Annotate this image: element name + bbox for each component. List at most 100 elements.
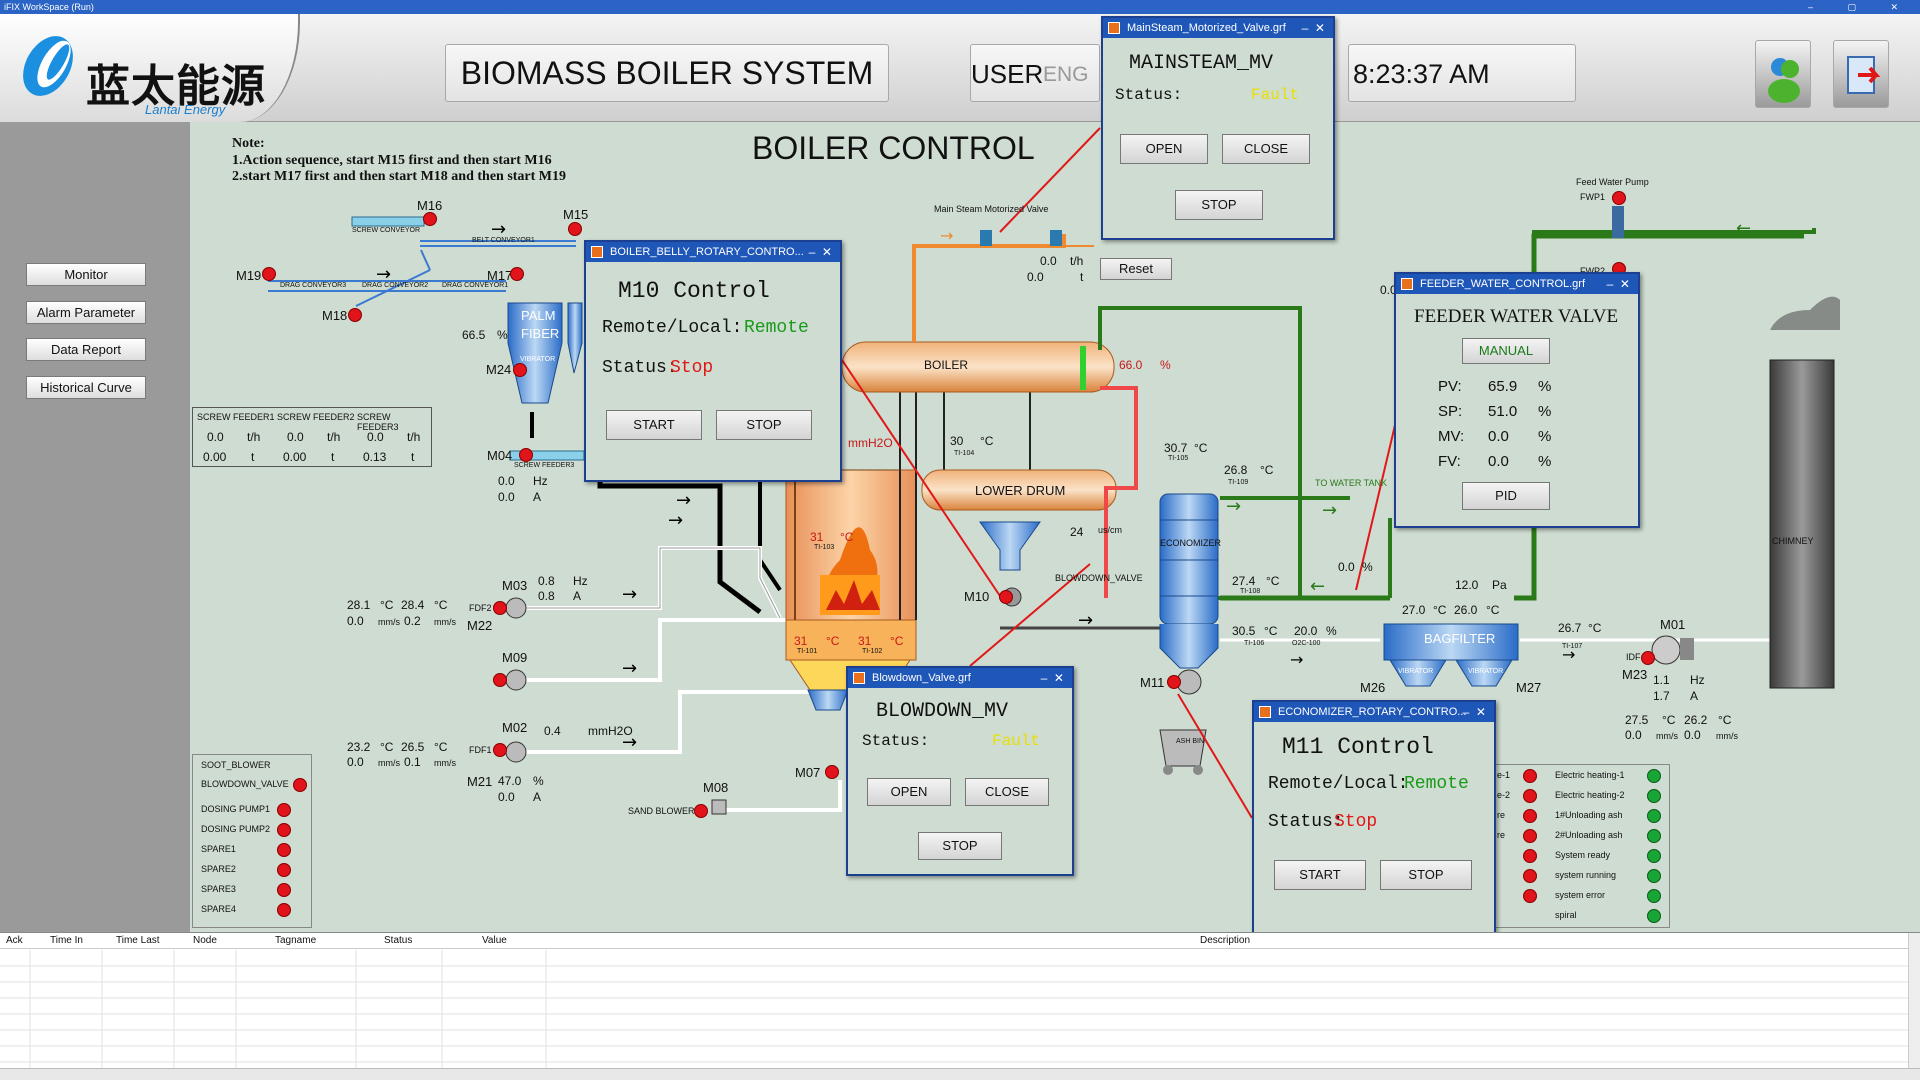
- drag-conveyor1-label: DRAG CONVEYOR1: [442, 282, 509, 289]
- screw-conveyor-label: SCREW CONVEYOR: [352, 227, 421, 234]
- motor-m24-led[interactable]: [513, 363, 527, 377]
- fdf1-label: FDF1: [469, 745, 492, 755]
- feeder-window-titlebar[interactable]: FEEDER_WATER_CONTROL.grf – ✕: [1396, 274, 1638, 294]
- boiler-level-unit: %: [1160, 358, 1171, 372]
- palm-fiber-label2: FIBER: [521, 326, 560, 341]
- fdf1-unit-c2: °C: [434, 740, 448, 754]
- idf-v1: 0.0: [1625, 728, 1642, 742]
- motor-m11-label: M11: [1140, 675, 1165, 690]
- m02-value: 0.4: [544, 724, 561, 738]
- window-close-icon[interactable]: – ✕: [1302, 18, 1325, 38]
- soot-blower-label: SOOT_BLOWER: [201, 760, 271, 770]
- screw-feeder2-total-unit: t: [331, 450, 335, 464]
- fwp1-led[interactable]: [1612, 191, 1626, 205]
- mainsteam-valve-window[interactable]: MainSteam_Motorized_Valve.grf – ✕ MAINSTE…: [1101, 16, 1335, 240]
- note-line1: 1.Action sequence, start M15 first and t…: [232, 153, 552, 168]
- blowdown-rate-unit: us/cm: [1098, 525, 1123, 535]
- feed-water-pump-label: Feed Water Pump: [1576, 177, 1649, 187]
- fdf1-v2: 0.1: [404, 755, 421, 769]
- col-ack[interactable]: Ack: [6, 935, 23, 946]
- feeder-pid-button[interactable]: PID: [1462, 482, 1550, 510]
- feeder-water-window[interactable]: FEEDER_WATER_CONTROL.grf – ✕ FEEDER WATER…: [1394, 272, 1640, 528]
- economizer-label: ECONOMIZER: [1160, 538, 1222, 548]
- motor-m10-led[interactable]: [999, 590, 1013, 604]
- m11-window-titlebar[interactable]: ECONOMIZER_ROTARY_CONTRO... – ✕: [1254, 702, 1494, 722]
- motor-m16-led[interactable]: [423, 212, 437, 226]
- m10-start-button[interactable]: START: [606, 410, 702, 440]
- alarm-table-header: Ack Time In Time Last Node Tagname Statu…: [0, 933, 1920, 949]
- motor-m17-led[interactable]: [510, 267, 524, 281]
- blowdown-status-value: Fault: [992, 732, 1041, 750]
- motor-m07-label: M07: [795, 765, 821, 780]
- ti105-unit: °C: [1194, 441, 1208, 455]
- reset-button[interactable]: Reset: [1100, 258, 1172, 280]
- m10-stop-button[interactable]: STOP: [716, 410, 812, 440]
- m04-hz-unit: Hz: [533, 474, 548, 488]
- m10-control-window[interactable]: BOILER_BELLY_ROTARY_CONTRO... – ✕ M10 Con…: [584, 240, 842, 482]
- fdf2-label: FDF2: [469, 603, 492, 613]
- motor-m11-led[interactable]: [1167, 675, 1181, 689]
- right-led-red-6: [1523, 889, 1537, 903]
- app-icon: [591, 246, 603, 258]
- screw-feeder3-header: SCREW FEEDER3: [357, 412, 399, 432]
- col-status[interactable]: Status: [384, 935, 412, 946]
- blowdown-open-button[interactable]: OPEN: [867, 778, 951, 806]
- motor-m01-led[interactable]: [1641, 651, 1655, 665]
- ti109-tag: TI-109: [1228, 479, 1249, 486]
- idf-hz-unit: Hz: [1690, 673, 1705, 687]
- svg-text:→: →: [1078, 610, 1093, 631]
- alarm-vertical-scrollbar[interactable]: [1908, 933, 1920, 1069]
- col-value[interactable]: Value: [482, 935, 507, 946]
- mainsteam-close-button[interactable]: CLOSE: [1222, 134, 1310, 164]
- motor-m18-led[interactable]: [348, 308, 362, 322]
- blowdown-valve-window[interactable]: Blowdown_Valve.grf – ✕ BLOWDOWN_MV Status…: [846, 666, 1074, 876]
- chimney-label: CHIMNEY: [1772, 536, 1814, 546]
- window-close-icon[interactable]: – ✕: [809, 242, 832, 262]
- motor-m15-led[interactable]: [568, 222, 582, 236]
- feeder-manual-button[interactable]: MANUAL: [1462, 338, 1550, 364]
- bagfilter-t1: 27.0: [1402, 603, 1426, 617]
- m21-pct-unit: %: [533, 774, 544, 788]
- motor-m04-led[interactable]: [519, 448, 533, 462]
- mainsteam-window-titlebar[interactable]: MainSteam_Motorized_Valve.grf – ✕: [1103, 18, 1333, 38]
- system-error-led: [1647, 889, 1661, 903]
- motor-m04-label: M04: [487, 448, 513, 463]
- spare1-led: [277, 843, 291, 857]
- motor-m07-led[interactable]: [825, 765, 839, 779]
- app-icon: [853, 672, 865, 684]
- bagfilter-vibrator1: VIBRATOR: [1398, 668, 1434, 675]
- m11-start-button[interactable]: START: [1274, 860, 1366, 890]
- screw-feeder1-total-unit: t: [251, 450, 255, 464]
- col-time-last[interactable]: Time Last: [116, 935, 160, 946]
- blowdown-stop-button[interactable]: STOP: [918, 832, 1002, 860]
- m11-stop-button[interactable]: STOP: [1380, 860, 1472, 890]
- col-time-in[interactable]: Time In: [50, 935, 83, 946]
- motor-m19-led[interactable]: [262, 267, 276, 281]
- col-node[interactable]: Node: [193, 935, 217, 946]
- mainsteam-stop-button[interactable]: STOP: [1175, 190, 1263, 220]
- motor-m17-label: M17: [487, 268, 513, 283]
- m11-control-window[interactable]: ECONOMIZER_ROTARY_CONTRO... – ✕ M11 Contr…: [1252, 700, 1496, 934]
- svg-text:→: →: [940, 226, 953, 245]
- alarm-summary-table[interactable]: Ack Time In Time Last Node Tagname Statu…: [0, 932, 1920, 1069]
- blowdown-close-button[interactable]: CLOSE: [965, 778, 1049, 806]
- motor-m09-led[interactable]: [493, 673, 507, 687]
- window-close-icon[interactable]: – ✕: [1463, 702, 1486, 722]
- mainsteam-status-label: Status:: [1115, 86, 1183, 104]
- right-led-red-3: [1523, 829, 1537, 843]
- motor-m21-led[interactable]: [493, 743, 507, 757]
- col-tagname[interactable]: Tagname: [275, 935, 316, 946]
- spare3-led: [277, 883, 291, 897]
- blowdown-window-titlebar[interactable]: Blowdown_Valve.grf – ✕: [848, 668, 1072, 688]
- fdf1-unit-v2: mm/s: [434, 758, 456, 768]
- window-close-icon[interactable]: – ✕: [1041, 668, 1064, 688]
- col-description[interactable]: Description: [1200, 935, 1250, 946]
- horizontal-scrollbar[interactable]: [0, 1068, 1920, 1080]
- sp-label: SP:: [1438, 403, 1463, 420]
- mainsteam-open-button[interactable]: OPEN: [1120, 134, 1208, 164]
- motor-m08-led[interactable]: [694, 804, 708, 818]
- window-close-icon[interactable]: – ✕: [1607, 274, 1630, 294]
- motor-m22-led[interactable]: [493, 601, 507, 615]
- svg-text:→: →: [676, 490, 691, 511]
- m10-window-titlebar[interactable]: BOILER_BELLY_ROTARY_CONTRO... – ✕: [586, 242, 840, 262]
